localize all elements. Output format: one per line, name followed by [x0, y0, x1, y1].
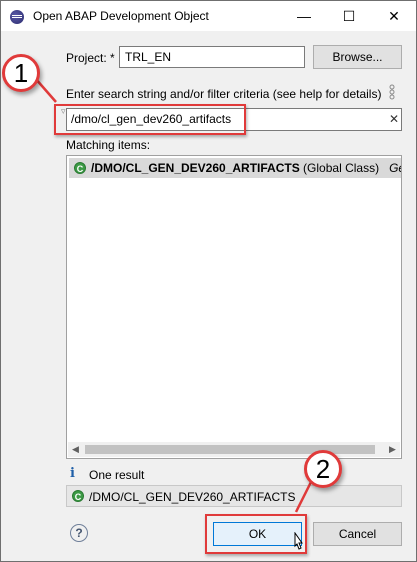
callout-arrows	[34, 77, 313, 513]
callout-step-1: 1	[2, 54, 40, 92]
callout-step-2: 2	[304, 450, 342, 488]
